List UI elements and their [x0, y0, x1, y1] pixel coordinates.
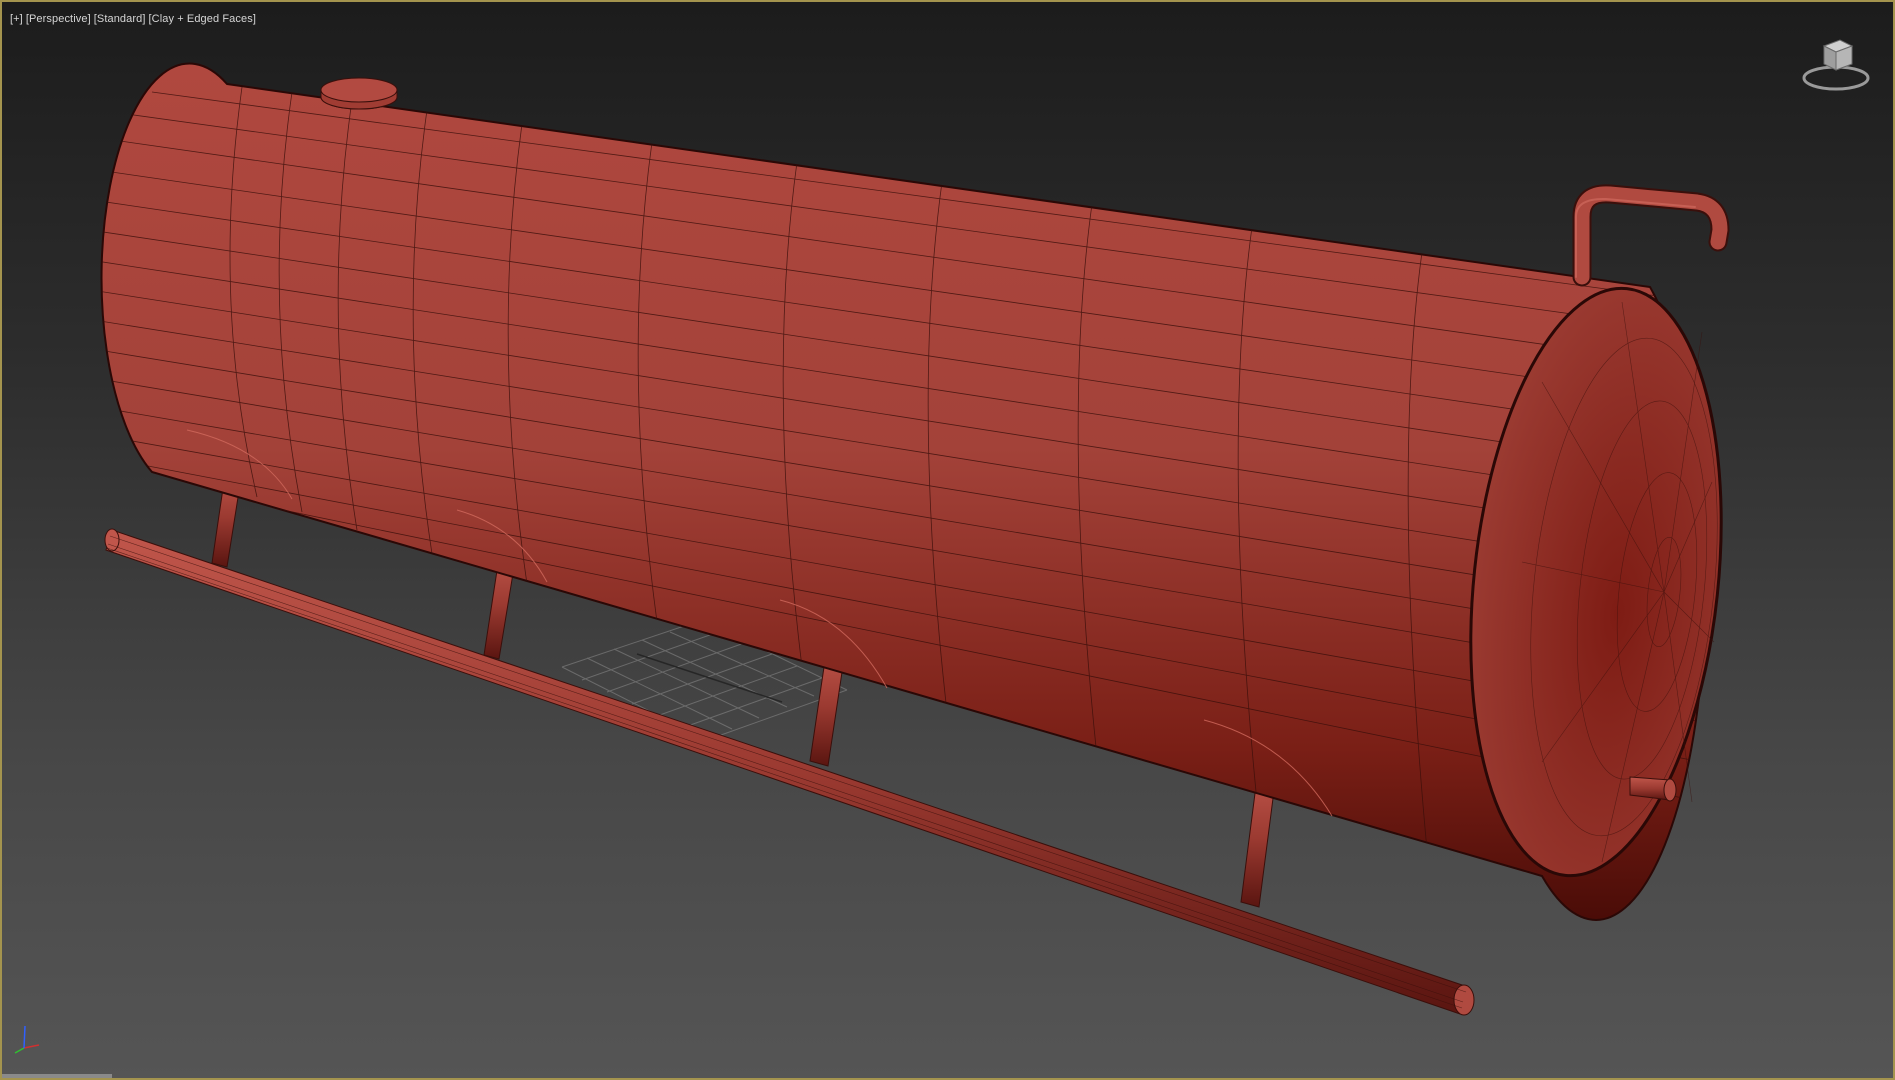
vent-pipe [1572, 184, 1730, 287]
top-hatch [320, 77, 398, 110]
scene-render[interactable] [2, 2, 1893, 1078]
viewcube-icon[interactable] [1798, 36, 1874, 92]
viewport-status-strip [2, 1074, 112, 1078]
perspective-viewport[interactable]: [+] [Perspective] [Standard] [Clay + Edg… [0, 0, 1895, 1080]
axis-tripod-icon [12, 1018, 42, 1054]
